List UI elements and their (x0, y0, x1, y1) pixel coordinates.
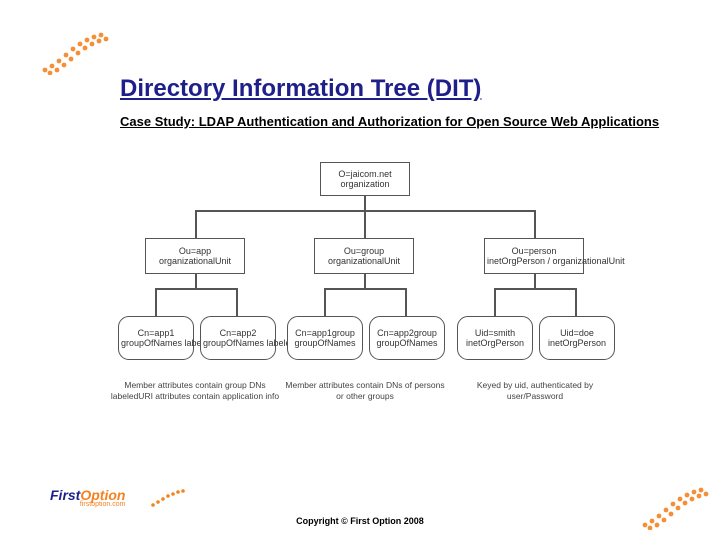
slide-subtitle: Case Study: LDAP Authentication and Auth… (120, 114, 670, 130)
leaf-app1: Cn=app1 groupOfNames labeledURI (118, 316, 194, 360)
leaf-group2: Cn=app2group groupOfNames (369, 316, 445, 360)
node-label: Cn=app1 (121, 328, 191, 338)
node-class: groupOfNames labeledURI (121, 338, 191, 348)
node-class: inetOrgPerson (460, 338, 530, 348)
node-label: Ou=group (317, 246, 411, 256)
leaf-app2: Cn=app2 groupOfNames labeledURI (200, 316, 276, 360)
node-class: organizationalUnit (148, 256, 242, 266)
caption-group: Member attributes contain DNs of persons… (285, 380, 445, 401)
node-class: organizationalUnit (317, 256, 411, 266)
company-logo: FirstOption firstoption.com (50, 487, 125, 508)
leaf-person1: Uid=smith inetOrgPerson (457, 316, 533, 360)
node-label: Cn=app2 (203, 328, 273, 338)
node-label: Uid=smith (460, 328, 530, 338)
node-label: Cn=app2group (372, 328, 442, 338)
leaf-group1: Cn=app1group groupOfNames (287, 316, 363, 360)
node-ou-app: Ou=app organizationalUnit (145, 238, 245, 274)
node-label: Cn=app1group (290, 328, 360, 338)
node-label: O=jaicom.net (323, 169, 407, 179)
node-label: Ou=app (148, 246, 242, 256)
logo-dots-icon (150, 488, 190, 508)
node-class: groupOfNames (372, 338, 442, 348)
leaf-person2: Uid=doe inetOrgPerson (539, 316, 615, 360)
node-class: groupOfNames (290, 338, 360, 348)
footer-copyright: Copyright © First Option 2008 (0, 516, 720, 526)
node-root: O=jaicom.net organization (320, 162, 410, 196)
dit-diagram: O=jaicom.net organization Ou=app organiz… (110, 160, 620, 470)
node-ou-group: Ou=group organizationalUnit (314, 238, 414, 274)
caption-person: Keyed by uid, authenticated by user/Pass… (455, 380, 615, 401)
node-label: Ou=person (487, 246, 581, 256)
node-class: groupOfNames labeledURI (203, 338, 273, 348)
slide-title: Directory Information Tree (DIT) (120, 75, 481, 103)
node-ou-person: Ou=person inetOrgPerson / organizational… (484, 238, 584, 274)
caption-app: Member attributes contain group DNslabel… (110, 380, 280, 401)
node-label: Uid=doe (542, 328, 612, 338)
node-class: inetOrgPerson / organizationalUnit (487, 256, 581, 266)
logo-first: First (50, 487, 80, 503)
node-class: organization (323, 179, 407, 189)
node-class: inetOrgPerson (542, 338, 612, 348)
decorative-dots-top (40, 30, 110, 75)
